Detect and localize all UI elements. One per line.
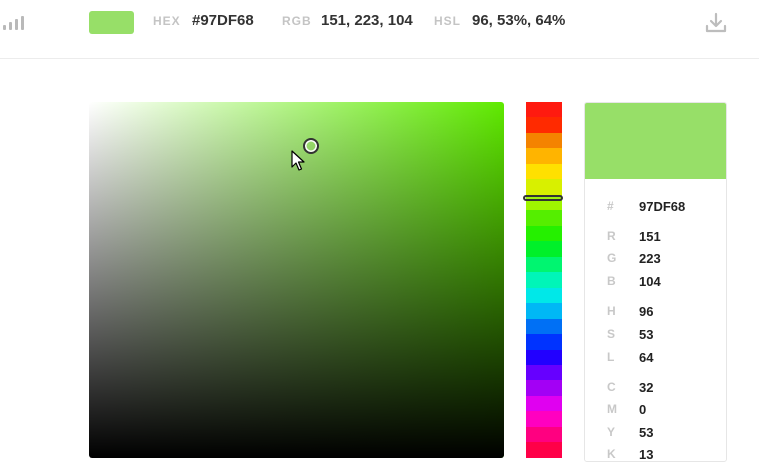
hue-band — [526, 225, 562, 242]
yellow-value[interactable]: 53 — [639, 425, 653, 440]
hue-band — [526, 210, 562, 226]
red-row: R 151 — [585, 229, 726, 245]
hue-band — [526, 426, 562, 443]
hue-band — [526, 303, 562, 319]
hue-band — [526, 442, 562, 458]
blue-label: B — [607, 274, 616, 288]
hue-band — [526, 272, 562, 288]
hsl-value[interactable]: 96, 53%, 64% — [472, 12, 565, 29]
hue-slider[interactable] — [526, 102, 562, 458]
hex-label: HEX — [153, 14, 181, 28]
green-label: G — [607, 251, 617, 265]
lightness-label: L — [607, 350, 615, 364]
hue-label: H — [607, 304, 616, 318]
blue-row: B 104 — [585, 274, 726, 290]
hue-band — [526, 148, 562, 164]
cyan-value[interactable]: 32 — [639, 380, 653, 395]
cyan-label: C — [607, 380, 616, 394]
color-preview-swatch — [585, 103, 726, 179]
mouse-pointer-icon — [291, 150, 305, 171]
rgb-label: RGB — [282, 14, 312, 28]
rgb-value[interactable]: 151, 223, 104 — [321, 12, 413, 29]
saturation-label: S — [607, 327, 616, 341]
black-label: K — [607, 447, 616, 461]
magenta-label: M — [607, 402, 617, 416]
hue-band — [526, 380, 562, 396]
hue-band — [526, 349, 562, 365]
hue-band — [526, 411, 562, 427]
black-value[interactable]: 13 — [639, 447, 653, 461]
magenta-row: M 0 — [585, 402, 726, 418]
hex-detail-value[interactable]: 97DF68 — [639, 199, 685, 214]
hsl-label: HSL — [434, 14, 461, 28]
signal-bars-icon[interactable] — [3, 16, 25, 30]
saturation-value[interactable]: 53 — [639, 327, 653, 342]
hue-band — [526, 102, 562, 118]
hue-band — [526, 318, 562, 335]
hue-slider-handle[interactable] — [523, 195, 563, 202]
cyan-row: C 32 — [585, 380, 726, 396]
download-icon[interactable] — [705, 12, 727, 34]
hue-band — [526, 287, 562, 304]
hue-band — [526, 117, 562, 133]
color-picker-handle[interactable] — [303, 138, 319, 154]
hex-value[interactable]: #97DF68 — [192, 12, 254, 29]
hue-row: H 96 — [585, 304, 726, 320]
color-details-panel: # 97DF68 R 151 G 223 B 104 H 96 S 53 L 6… — [584, 102, 727, 462]
green-row: G 223 — [585, 251, 726, 267]
red-value[interactable]: 151 — [639, 229, 661, 244]
hue-band — [526, 132, 562, 149]
lightness-row: L 64 — [585, 350, 726, 366]
lightness-value[interactable]: 64 — [639, 350, 653, 365]
hex-row: # 97DF68 — [585, 199, 726, 215]
hue-band — [526, 241, 562, 257]
hue-band — [526, 395, 562, 412]
current-color-swatch — [89, 11, 134, 34]
yellow-row: Y 53 — [585, 425, 726, 441]
hue-band — [526, 256, 562, 273]
hash-label: # — [607, 199, 614, 213]
red-label: R — [607, 229, 616, 243]
hue-value[interactable]: 96 — [639, 304, 653, 319]
blue-value[interactable]: 104 — [639, 274, 661, 289]
toolbar: HEX #97DF68 RGB 151, 223, 104 HSL 96, 53… — [0, 0, 759, 59]
green-value[interactable]: 223 — [639, 251, 661, 266]
yellow-label: Y — [607, 425, 616, 439]
hue-band — [526, 179, 562, 195]
hue-band — [526, 364, 562, 381]
hue-band — [526, 334, 562, 350]
saturation-row: S 53 — [585, 327, 726, 343]
hue-band — [526, 163, 562, 180]
black-row: K 13 — [585, 447, 726, 461]
magenta-value[interactable]: 0 — [639, 402, 646, 417]
